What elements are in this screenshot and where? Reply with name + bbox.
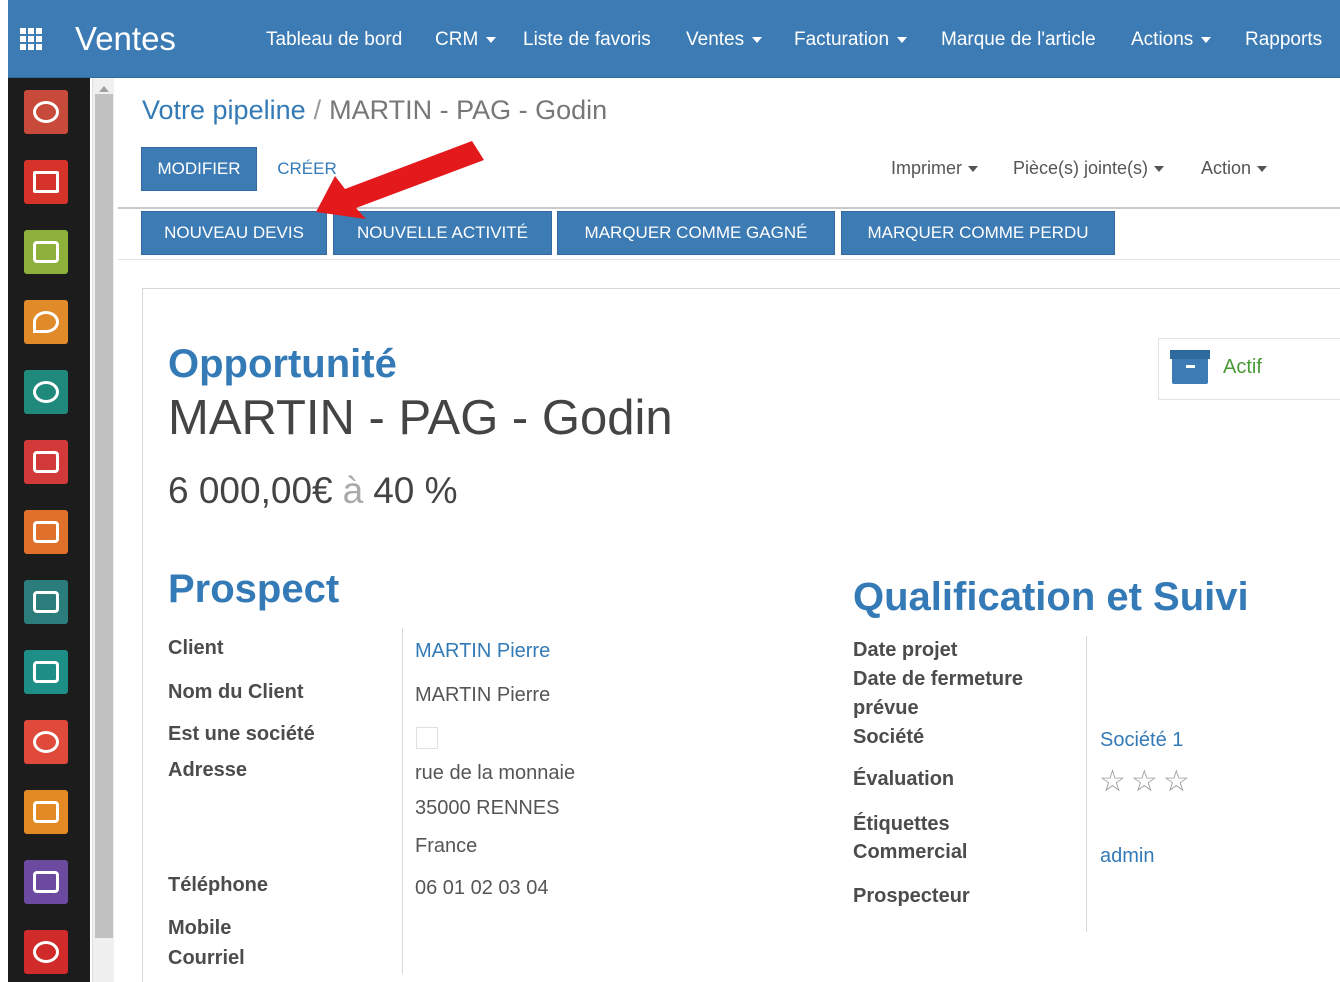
address-street: rue de la monnaie xyxy=(415,762,576,784)
divider xyxy=(118,259,1340,260)
email-label: Courriel xyxy=(168,947,245,969)
action-dropdown[interactable]: Action xyxy=(1201,158,1268,179)
salesperson-label: Commercial xyxy=(853,841,968,863)
map-pin-icon[interactable] xyxy=(24,300,68,344)
divider xyxy=(118,207,1340,209)
salesperson-value[interactable]: admin xyxy=(1100,845,1154,868)
breadcrumb-parent[interactable]: Votre pipeline xyxy=(142,95,306,125)
email-icon[interactable] xyxy=(24,160,68,204)
probability-value: 40 % xyxy=(373,470,458,511)
client-name-value: MARTIN Pierre xyxy=(415,684,551,706)
sidebar-scrollbar[interactable] xyxy=(92,78,114,982)
menu-marque-article[interactable]: Marque de l'article xyxy=(941,29,1096,51)
chevron-down-icon xyxy=(897,36,908,43)
chevron-down-icon xyxy=(1201,36,1212,43)
attachments-dropdown[interactable]: Pièce(s) jointe(s) xyxy=(1013,158,1165,179)
menu-ventes[interactable]: Ventes xyxy=(686,29,763,51)
calendar-icon[interactable] xyxy=(24,230,68,274)
record-type-title: Opportunité xyxy=(168,342,397,386)
folder-icon[interactable] xyxy=(24,440,68,484)
star-icon[interactable]: ☆ xyxy=(1163,765,1195,798)
create-button[interactable]: CRÉER xyxy=(266,147,348,191)
scroll-up-icon[interactable] xyxy=(99,86,109,92)
star-icon[interactable]: ☆ xyxy=(1131,765,1163,798)
chevron-down-icon xyxy=(968,166,978,173)
edit-button[interactable]: MODIFIER xyxy=(141,147,257,191)
is-company-checkbox[interactable] xyxy=(416,727,438,749)
menu-facturation[interactable]: Facturation xyxy=(794,29,908,51)
expected-revenue: 6 000,00€ à 40 % xyxy=(168,470,458,512)
sales-chart-icon[interactable] xyxy=(24,510,68,554)
building-icon[interactable] xyxy=(24,720,68,764)
crm-icon[interactable] xyxy=(24,370,68,414)
mobile-label: Mobile xyxy=(168,917,232,939)
prospect-section-title: Prospect xyxy=(168,567,340,611)
mark-won-button[interactable]: MARQUER COMME GAGNÉ xyxy=(557,211,835,255)
address-zip-city: 35000 RENNES xyxy=(415,797,560,819)
app-brand[interactable]: Ventes xyxy=(75,20,176,58)
client-name-label: Nom du Client xyxy=(168,681,304,703)
qualification-section-title: Qualification et Suivi xyxy=(853,575,1249,619)
client-label: Client xyxy=(168,637,224,659)
closing-date-label: Date de fermeture xyxy=(853,668,1024,690)
menu-crm[interactable]: CRM xyxy=(435,29,497,51)
field-divider xyxy=(1086,636,1087,932)
menu-actions[interactable]: Actions xyxy=(1131,29,1212,51)
rating-label: Évaluation xyxy=(853,768,955,790)
app-sidebar xyxy=(8,78,90,982)
revenue-value: 6 000,00€ xyxy=(168,470,333,511)
prospector-label: Prospecteur xyxy=(853,885,970,907)
project-date-label: Date projet xyxy=(853,639,958,661)
company-value[interactable]: Société 1 xyxy=(1100,729,1183,752)
rating-stars[interactable]: ☆☆☆ xyxy=(1099,764,1195,799)
print-dropdown[interactable]: Imprimer xyxy=(891,158,978,179)
payment-card-icon[interactable] xyxy=(24,650,68,694)
chevron-down-icon xyxy=(752,36,763,43)
star-icon[interactable]: ☆ xyxy=(1099,765,1131,798)
field-divider xyxy=(402,628,403,974)
spreadsheet-icon[interactable] xyxy=(24,580,68,624)
app-grid-icon[interactable] xyxy=(20,28,48,50)
new-activity-button[interactable]: NOUVELLE ACTIVITÉ xyxy=(333,211,552,255)
archive-icon xyxy=(1170,350,1210,384)
company-label: Société xyxy=(853,726,925,748)
record-name: MARTIN - PAG - Godin xyxy=(168,391,673,445)
breadcrumb-current: MARTIN - PAG - Godin xyxy=(329,95,608,125)
scrollbar-thumb[interactable] xyxy=(95,94,113,938)
chevron-down-icon xyxy=(1154,166,1165,173)
new-quote-button[interactable]: NOUVEAU DEVIS xyxy=(141,211,327,255)
puzzle-icon[interactable] xyxy=(24,860,68,904)
top-navbar: Ventes Tableau de bord CRM Liste de favo… xyxy=(8,0,1340,78)
chevron-down-icon xyxy=(486,36,497,43)
menu-liste-de-favoris[interactable]: Liste de favoris xyxy=(523,29,651,51)
tags-label: Étiquettes xyxy=(853,813,950,835)
menu-rapports[interactable]: Rapports xyxy=(1245,29,1322,51)
closing-date-label-2: prévue xyxy=(853,697,919,719)
phone-value: 06 01 02 03 04 xyxy=(415,877,549,899)
breadcrumb: Votre pipeline / MARTIN - PAG - Godin xyxy=(142,95,607,126)
address-label: Adresse xyxy=(168,759,247,781)
active-status-label: Actif xyxy=(1223,356,1262,378)
phone-label: Téléphone xyxy=(168,874,269,896)
revenue-at: à xyxy=(342,470,364,511)
mark-lost-button[interactable]: MARQUER COMME PERDU xyxy=(841,211,1115,255)
invoice-icon[interactable] xyxy=(24,790,68,834)
is-company-label: Est une société xyxy=(168,723,315,745)
menu-tableau-de-bord[interactable]: Tableau de bord xyxy=(266,29,402,51)
timesheet-icon[interactable] xyxy=(24,930,68,974)
discuss-icon[interactable] xyxy=(24,90,68,134)
breadcrumb-separator: / xyxy=(313,95,322,125)
client-value[interactable]: MARTIN Pierre xyxy=(415,640,550,663)
chevron-down-icon xyxy=(1257,166,1268,173)
address-country: France xyxy=(415,835,478,857)
